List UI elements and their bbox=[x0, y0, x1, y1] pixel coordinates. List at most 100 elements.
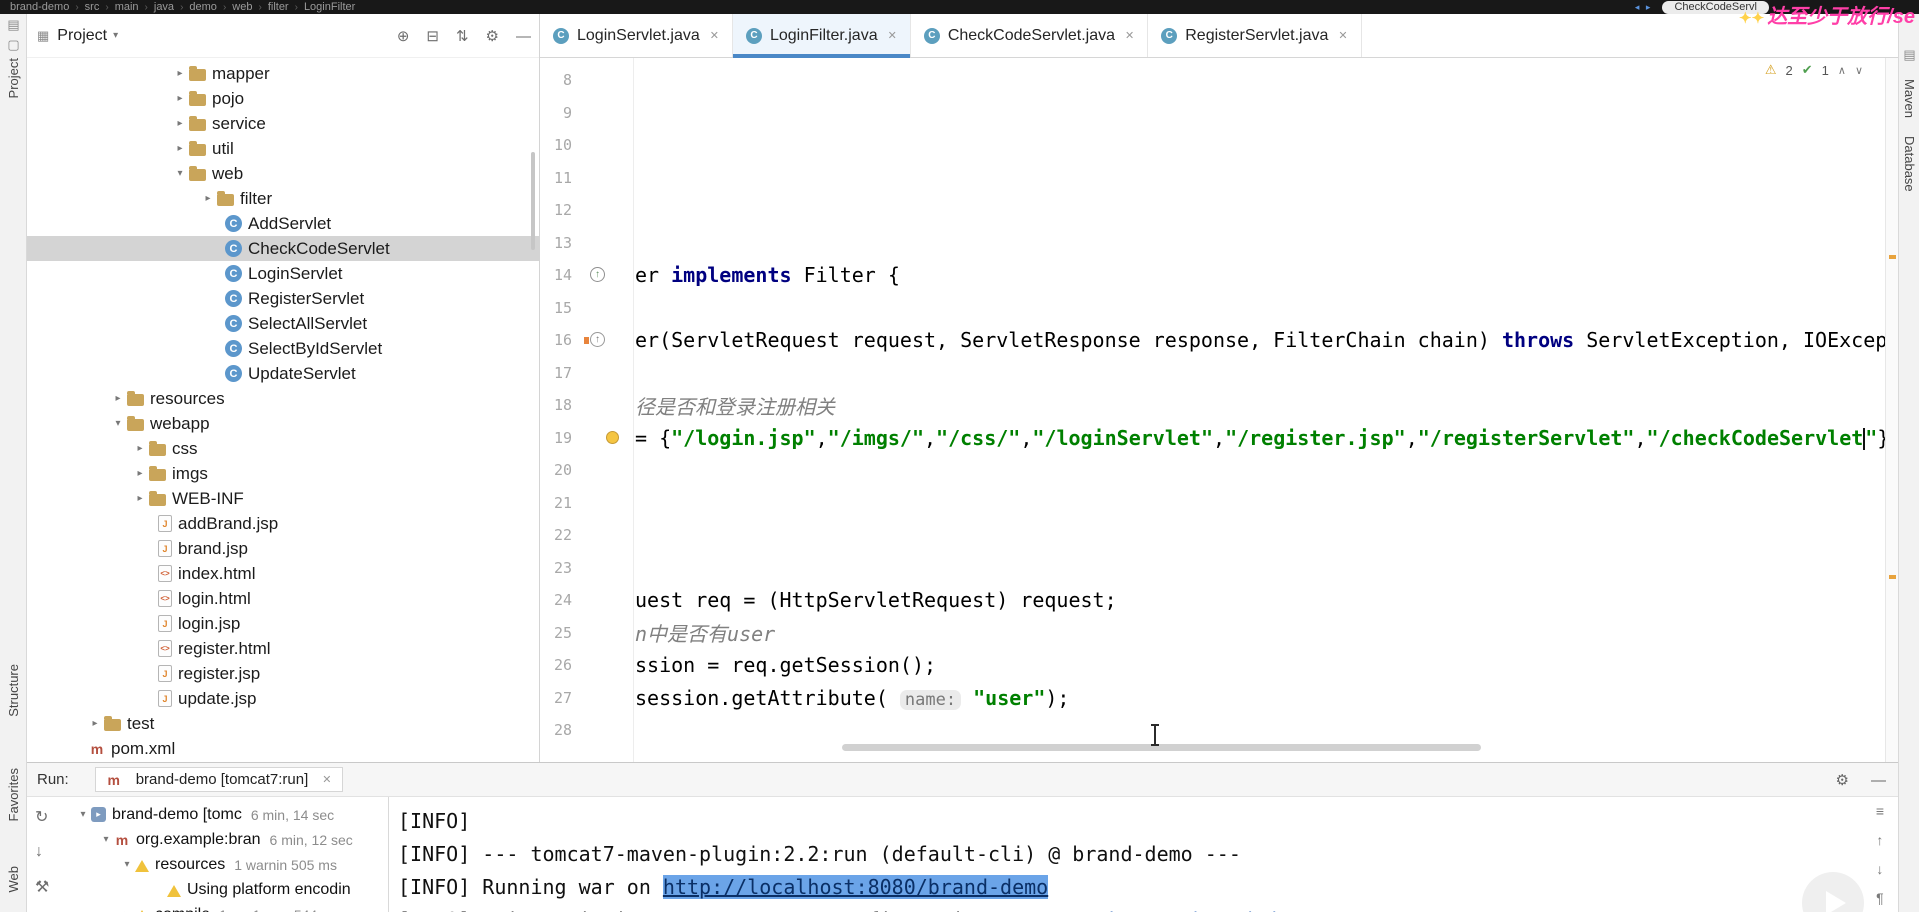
nav-arrows-icon[interactable]: ◂ ▸ bbox=[1635, 2, 1653, 13]
tree-scrollbar[interactable] bbox=[531, 152, 535, 250]
chevron-down-icon[interactable]: ▾ bbox=[113, 30, 118, 41]
tree-item-css[interactable]: ▸ css bbox=[27, 436, 539, 461]
chevron-down-icon[interactable]: ▾ bbox=[171, 168, 189, 179]
tree-item-selectbyidservlet[interactable]: SelectByIdServlet bbox=[27, 336, 539, 361]
code-line[interactable]: 18 径是否和登录注册相关 bbox=[540, 389, 1885, 422]
tree-item-login-jsp[interactable]: login.jsp bbox=[27, 611, 539, 636]
run-tree-item[interactable]: ▾ brand-demo [tomc 6 min, 14 sec bbox=[61, 802, 387, 827]
code-line[interactable]: 11 bbox=[540, 162, 1885, 195]
tree-item-index-html[interactable]: index.html bbox=[27, 561, 539, 586]
tree-item-webapp[interactable]: ▾ webapp bbox=[27, 411, 539, 436]
tool-stripe-database[interactable]: Database bbox=[1902, 136, 1917, 192]
chevron-right-icon[interactable]: ▸ bbox=[109, 393, 127, 404]
locate-icon[interactable]: ⊕ bbox=[397, 27, 410, 45]
override-marker-icon[interactable]: ↑ bbox=[584, 332, 605, 347]
breadcrumb-item[interactable]: main bbox=[115, 1, 139, 13]
code-line[interactable]: 22 bbox=[540, 519, 1885, 552]
code-line[interactable]: 15 bbox=[540, 292, 1885, 325]
tree-item-login-html[interactable]: login.html bbox=[27, 586, 539, 611]
scroll-up-icon[interactable]: ↑ bbox=[1876, 832, 1883, 848]
implement-marker-icon[interactable]: ↑ bbox=[590, 267, 605, 282]
tree-item-util[interactable]: ▸ util bbox=[27, 136, 539, 161]
tree-item-loginservlet[interactable]: LoginServlet bbox=[27, 261, 539, 286]
code-line[interactable]: 17 bbox=[540, 357, 1885, 390]
editor-tab-loginfilter-java[interactable]: C LoginFilter.java ✕ bbox=[732, 14, 911, 58]
close-tab-icon[interactable]: ✕ bbox=[1125, 29, 1134, 42]
code-line[interactable]: 9 bbox=[540, 97, 1885, 130]
chevron-right-icon[interactable]: ▸ bbox=[131, 468, 149, 479]
chevron-right-icon[interactable]: ▸ bbox=[199, 193, 217, 204]
code-line[interactable]: 28 bbox=[540, 714, 1885, 747]
settings-icon[interactable]: ⚙ bbox=[486, 27, 499, 45]
chevron-right-icon[interactable]: ▸ bbox=[171, 93, 189, 104]
editor-tab-loginservlet-java[interactable]: C LoginServlet.java ✕ bbox=[540, 14, 733, 57]
breadcrumb-item[interactable]: demo bbox=[189, 1, 217, 13]
editor-tab-checkcodeservlet-java[interactable]: C CheckCodeServlet.java ✕ bbox=[911, 14, 1149, 57]
code-line[interactable]: 24 uest req = (HttpServletRequest) reques… bbox=[540, 584, 1885, 617]
hide-icon[interactable]: — bbox=[516, 28, 531, 45]
breadcrumb-item[interactable]: brand-demo bbox=[10, 1, 69, 13]
prev-problem-icon[interactable]: ∧ bbox=[1838, 64, 1846, 77]
console-link[interactable]: http://localhost:8080/brand-demo bbox=[662, 875, 1049, 899]
breadcrumb-item[interactable]: LoginFilter bbox=[304, 1, 355, 13]
project-stripe-icon[interactable]: ▤ bbox=[7, 18, 19, 31]
code-line[interactable]: 26 ssion = req.getSession(); bbox=[540, 649, 1885, 682]
tree-item-selectallservlet[interactable]: SelectAllServlet bbox=[27, 311, 539, 336]
chevron-down-icon[interactable]: ▾ bbox=[119, 859, 135, 870]
tree-item-register-jsp[interactable]: register.jsp bbox=[27, 661, 539, 686]
minimize-icon[interactable]: — bbox=[1871, 772, 1886, 789]
run-tree-item[interactable]: ▾ org.example:bran 6 min, 12 sec bbox=[61, 827, 387, 852]
code-line[interactable]: 12 bbox=[540, 194, 1885, 227]
tree-item-pom-xml[interactable]: pom.xml bbox=[27, 736, 539, 761]
breadcrumb-item[interactable]: filter bbox=[268, 1, 289, 13]
scroll-down-icon[interactable]: ↓ bbox=[1876, 861, 1883, 877]
editor-error-stripe[interactable] bbox=[1885, 58, 1898, 762]
breadcrumb-item[interactable]: web bbox=[232, 1, 252, 13]
tool-stripe-maven[interactable]: Maven bbox=[1902, 79, 1917, 118]
chevron-right-icon[interactable]: ▸ bbox=[86, 718, 104, 729]
tree-item-checkcodeservlet[interactable]: CheckCodeServlet bbox=[27, 236, 539, 261]
tool-stripe-structure[interactable]: Structure bbox=[6, 664, 21, 717]
tree-item-brand-jsp[interactable]: brand.jsp bbox=[27, 536, 539, 561]
soft-wrap-icon[interactable]: ≡ bbox=[1876, 803, 1884, 819]
code-line[interactable]: 20 bbox=[540, 454, 1885, 487]
chevron-right-icon[interactable]: ▸ bbox=[171, 143, 189, 154]
editor-horizontal-scrollbar[interactable] bbox=[842, 744, 1481, 751]
chevron-down-icon[interactable]: ▾ bbox=[75, 809, 91, 820]
scroll-down-icon[interactable]: ↓ bbox=[35, 843, 49, 861]
tool-stripe-favorites[interactable]: Favorites bbox=[6, 768, 21, 821]
code-line[interactable]: 23 bbox=[540, 552, 1885, 585]
tree-item-web-inf[interactable]: ▸ WEB-INF bbox=[27, 486, 539, 511]
code-line[interactable]: 27 session.getAttribute( name: "user"); bbox=[540, 682, 1885, 715]
code-line[interactable]: 14 ↑ er implements Filter { bbox=[540, 259, 1885, 292]
gear-icon[interactable]: ⚙ bbox=[1836, 771, 1849, 789]
clear-icon[interactable]: ¶ bbox=[1876, 890, 1884, 906]
tree-item-registerservlet[interactable]: RegisterServlet bbox=[27, 286, 539, 311]
rerun-icon[interactable]: ↻ bbox=[35, 807, 49, 827]
code-line[interactable]: 21 bbox=[540, 487, 1885, 520]
breadcrumb-item[interactable]: java bbox=[154, 1, 174, 13]
tree-item-update-jsp[interactable]: update.jsp bbox=[27, 686, 539, 711]
project-panel-title[interactable]: Project bbox=[57, 27, 107, 45]
tool-stripe-web[interactable]: Web bbox=[6, 866, 21, 893]
tree-item-resources[interactable]: ▸ resources bbox=[27, 386, 539, 411]
tree-item-mapper[interactable]: ▸ mapper bbox=[27, 61, 539, 86]
code-editor[interactable]: 8 9 10 11 12 13 14 ↑ er implements Filter {15 16 ↑… bbox=[540, 58, 1885, 762]
code-line[interactable]: 13 bbox=[540, 227, 1885, 260]
tree-item-imgs[interactable]: ▸ imgs bbox=[27, 461, 539, 486]
close-tab-icon[interactable]: ✕ bbox=[888, 29, 897, 42]
folder-stripe-icon[interactable]: ▢ bbox=[7, 38, 19, 51]
chevron-right-icon[interactable]: ▸ bbox=[171, 68, 189, 79]
tree-item-web[interactable]: ▾ web bbox=[27, 161, 539, 186]
code-line[interactable]: 25 n中是否有user bbox=[540, 617, 1885, 650]
editor-tab-registerservlet-java[interactable]: C RegisterServlet.java ✕ bbox=[1148, 14, 1362, 57]
run-tree-item[interactable]: Using platform encodin bbox=[61, 877, 387, 902]
maven-stripe-icon[interactable]: ▤ bbox=[1903, 48, 1915, 61]
code-area[interactable]: 8 9 10 11 12 13 14 ↑ er implements Filter {15 16 ↑… bbox=[540, 58, 1885, 747]
sort-icon[interactable]: ⇅ bbox=[456, 27, 469, 45]
tree-item-service[interactable]: ▸ service bbox=[27, 111, 539, 136]
run-console[interactable]: [INFO] [INFO] --- tomcat7-maven-plugin:2.… bbox=[398, 797, 1852, 912]
chevron-down-icon[interactable]: ▾ bbox=[109, 418, 127, 429]
code-line[interactable]: 16 ↑ er(ServletRequest request, ServletRes… bbox=[540, 324, 1885, 357]
tree-item-test[interactable]: ▸ test bbox=[27, 711, 539, 736]
